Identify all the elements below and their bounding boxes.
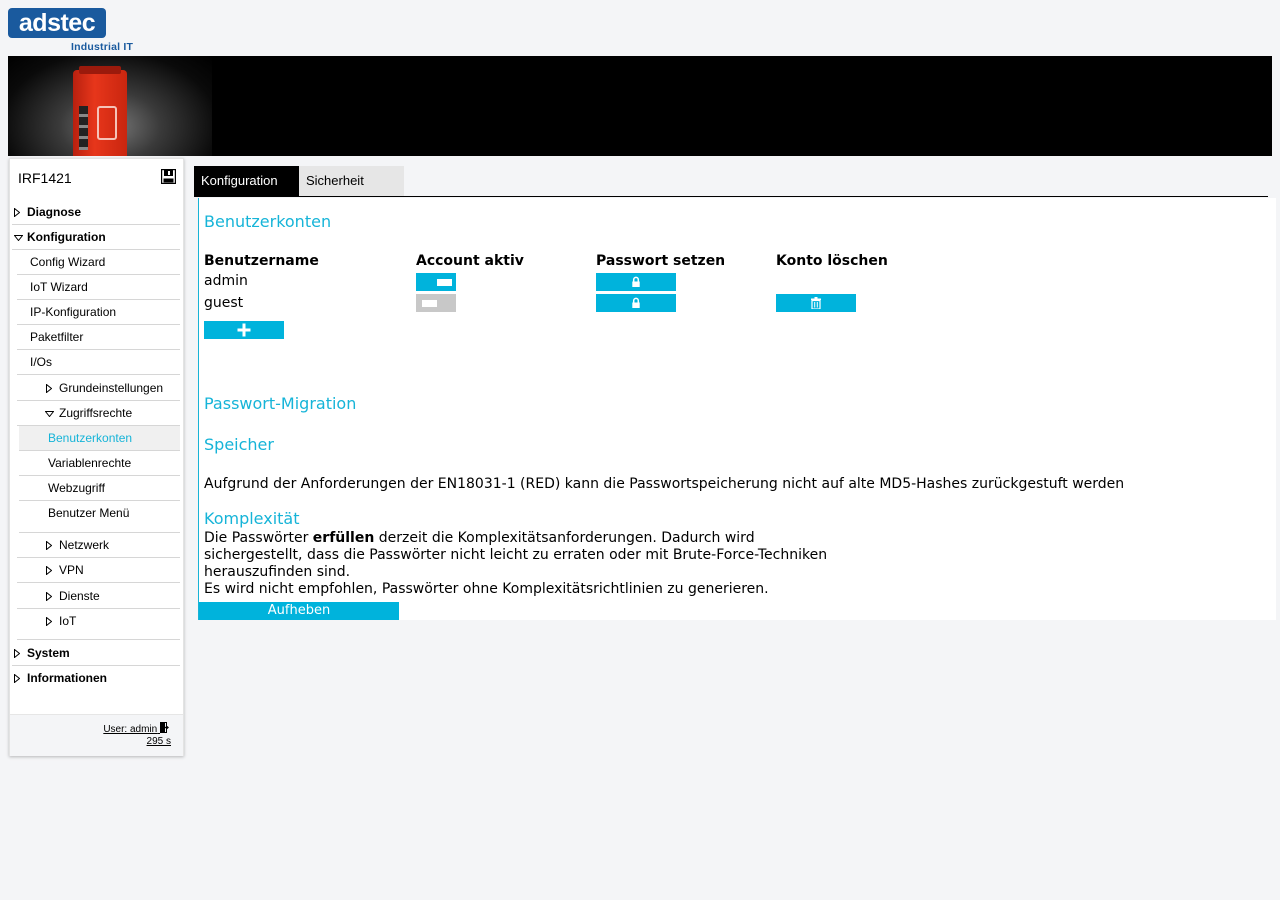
sidebar-item-label: System	[27, 646, 70, 660]
main-content: Benutzerkonten Benutzername Account akti…	[198, 198, 1276, 620]
sidebar-item-system[interactable]: System	[12, 641, 180, 666]
complexity-status: erfüllen	[312, 530, 375, 546]
plus-icon	[237, 323, 251, 337]
section-title-complexity: Komplexität	[204, 509, 300, 528]
adstec-logo: adstec Industrial IT	[8, 8, 138, 54]
sidebar-item-ip-konfiguration[interactable]: IP-Konfiguration	[17, 300, 180, 325]
expand-arrow-icon	[46, 533, 56, 558]
tab-sicherheit[interactable]: Sicherheit	[299, 166, 404, 196]
sidebar-item-label: Dienste	[59, 589, 100, 603]
device-name: IRF1421	[18, 170, 72, 186]
release-button[interactable]: Aufheben	[199, 602, 399, 620]
header-banner	[8, 56, 1272, 156]
sidebar-item-iot-wizard[interactable]: IoT Wizard	[17, 275, 180, 300]
sidebar-item-label: Grundeinstellungen	[59, 381, 164, 395]
sidebar-item-benutzer-menu[interactable]: Benutzer Menü	[19, 501, 180, 533]
complexity-description: Die Passwörter erfüllen derzeit die Komp…	[204, 530, 755, 547]
sidebar-item-informationen[interactable]: Informationen	[12, 666, 180, 691]
expand-arrow-icon	[46, 609, 56, 634]
sidebar-item-ios[interactable]: I/Os	[17, 350, 180, 375]
sidebar-item-paketfilter[interactable]: Paketfilter	[17, 325, 180, 350]
complexity-text-start: Die Passwörter	[204, 530, 313, 546]
expand-arrow-icon	[14, 666, 24, 691]
section-title-accounts: Benutzerkonten	[204, 212, 332, 231]
sidebar-item-label: Netzwerk	[59, 538, 110, 552]
sidebar-item-iot[interactable]: IoT	[17, 609, 180, 640]
sidebar-item-label: VPN	[59, 563, 84, 577]
section-title-storage: Speicher	[204, 435, 274, 454]
trash-icon	[811, 297, 821, 309]
sidebar-item-label: IoT Wizard	[30, 280, 88, 294]
account-active-toggle[interactable]	[416, 273, 456, 291]
sidebar: IRF1421 Diagnose Konfiguration Config Wi…	[9, 158, 184, 756]
logo-wordmark: adstec	[8, 8, 106, 38]
complexity-description-line: herauszufinden sind.	[204, 564, 351, 580]
expand-arrow-icon	[14, 641, 24, 666]
sidebar-item-dienste[interactable]: Dienste	[17, 584, 180, 609]
sidebar-item-diagnose[interactable]: Diagnose	[12, 200, 180, 225]
complexity-description-line: sichergestellt, dass die Passwörter nich…	[204, 547, 828, 563]
logout-icon	[160, 722, 169, 733]
sidebar-item-konfiguration[interactable]: Konfiguration	[12, 225, 180, 250]
sidebar-item-grundeinstellungen[interactable]: Grundeinstellungen	[17, 376, 180, 401]
column-header-username: Benutzername	[204, 253, 319, 269]
account-active-toggle[interactable]	[416, 294, 456, 312]
set-password-button[interactable]	[596, 273, 676, 291]
column-header-active: Account aktiv	[416, 253, 524, 269]
user-logout-link[interactable]: User: admin	[103, 722, 171, 735]
current-user: User: admin	[103, 724, 158, 735]
sidebar-item-label: Webzugriff	[48, 481, 105, 495]
account-username: admin	[204, 273, 248, 289]
sidebar-item-label: Config Wizard	[30, 255, 106, 269]
sidebar-item-zugriffsrechte[interactable]: Zugriffsrechte	[17, 401, 180, 426]
sidebar-item-label: I/Os	[30, 355, 53, 369]
sidebar-item-label: IP-Konfiguration	[30, 305, 117, 319]
collapse-arrow-icon	[14, 225, 24, 250]
lock-icon	[632, 297, 640, 308]
sidebar-item-benutzerkonten[interactable]: Benutzerkonten	[19, 426, 180, 451]
router-device-image	[73, 66, 127, 156]
tab-konfiguration[interactable]: Konfiguration	[194, 166, 299, 196]
sidebar-item-vpn[interactable]: VPN	[17, 558, 180, 583]
sidebar-item-label: Diagnose	[27, 205, 82, 219]
sidebar-item-label: IoT	[59, 614, 77, 628]
storage-description: Aufgrund der Anforderungen der EN18031-1…	[204, 476, 1125, 492]
sidebar-item-label: Informationen	[27, 671, 107, 685]
sidebar-item-label: Zugriffsrechte	[59, 406, 133, 420]
session-footer: User: admin 295 s	[10, 714, 183, 756]
expand-arrow-icon	[46, 558, 56, 583]
set-password-button[interactable]	[596, 294, 676, 312]
sidebar-item-netzwerk[interactable]: Netzwerk	[17, 533, 180, 558]
expand-arrow-icon	[14, 200, 24, 225]
column-header-delete: Konto löschen	[776, 253, 888, 269]
sidebar-item-label: Variablenrechte	[48, 456, 132, 470]
lock-icon	[632, 276, 640, 287]
session-timer: 295 s	[146, 736, 171, 747]
section-title-migration: Passwort-Migration	[204, 394, 357, 413]
expand-arrow-icon	[46, 584, 56, 609]
sidebar-item-label: Paketfilter	[30, 330, 84, 344]
complexity-text-end: derzeit die Komplexitätsanforderungen. D…	[374, 530, 755, 546]
account-username: guest	[204, 295, 244, 311]
sidebar-item-config-wizard[interactable]: Config Wizard	[17, 250, 180, 275]
sidebar-item-label: Konfiguration	[27, 230, 106, 244]
expand-arrow-icon	[46, 376, 56, 401]
complexity-recommendation: Es wird nicht empfohlen, Passwörter ohne…	[204, 581, 769, 597]
sidebar-item-label: Benutzer Menü	[48, 506, 130, 520]
collapse-arrow-icon	[45, 401, 55, 426]
logo-subtitle: Industrial IT	[71, 41, 134, 53]
sidebar-item-webzugriff[interactable]: Webzugriff	[19, 476, 180, 501]
sidebar-item-label: Benutzerkonten	[48, 431, 133, 445]
column-header-set-password: Passwort setzen	[596, 253, 726, 269]
add-user-button[interactable]	[204, 321, 284, 339]
tab-divider	[194, 196, 1268, 197]
delete-account-button[interactable]	[776, 294, 856, 312]
sidebar-item-variablenrechte[interactable]: Variablenrechte	[19, 451, 180, 476]
save-icon[interactable]	[161, 169, 176, 184]
